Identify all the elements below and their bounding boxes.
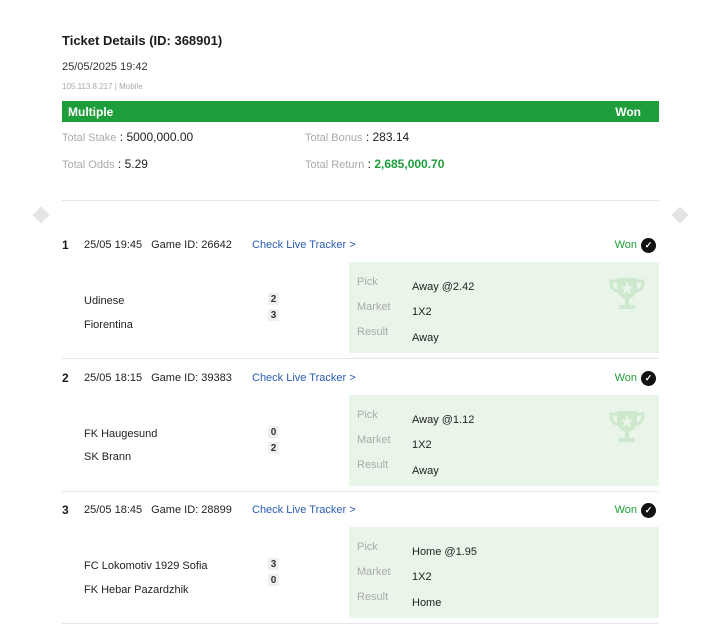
leg-kickoff: 25/05 19:45 (84, 239, 143, 251)
bet-type-banner: Multiple Won (62, 101, 659, 122)
market-label: Market (357, 301, 391, 313)
check-live-tracker-link[interactable]: Check Live Tracker > (252, 239, 356, 251)
pick-details: Pick Away @2.42 Market 1X2 Result Away (349, 262, 659, 353)
leg-number: 2 (62, 371, 69, 385)
leg-divider (62, 491, 659, 492)
pick-label: Pick (357, 541, 378, 553)
leg-game-id: Game ID: 28899 (151, 504, 232, 516)
result-value: Away (412, 465, 439, 477)
bet-leg: 2 25/05 18:15 Game ID: 39383 Check Live … (62, 370, 659, 492)
leg-header: 2 25/05 18:15 Game ID: 39383 Check Live … (62, 370, 659, 386)
right-decoration (671, 206, 689, 224)
bet-leg: 1 25/05 19:45 Game ID: 26642 Check Live … (62, 237, 659, 359)
total-odds-label: Total Odds (62, 159, 115, 171)
total-odds-value: 5.29 (124, 157, 148, 171)
check-icon: ✓ (641, 370, 656, 386)
home-score: 0 (268, 426, 279, 438)
market-value: 1X2 (412, 306, 432, 318)
pick-value: Away @2.42 (412, 281, 475, 293)
leg-divider (62, 358, 659, 359)
total-stake-value: 5000,000.00 (126, 130, 194, 144)
leg-status-label: Won (614, 504, 637, 516)
trophy-icon (609, 411, 645, 442)
home-score: 3 (268, 558, 279, 570)
away-team: Fiorentina (84, 319, 133, 331)
leg-game-id: Game ID: 39383 (151, 372, 232, 384)
pick-label: Pick (357, 276, 378, 288)
pick-value: Away @1.12 (412, 414, 475, 426)
leg-status: Won ✓ (614, 237, 656, 253)
away-team: SK Brann (84, 451, 132, 463)
summary-divider (62, 200, 659, 201)
result-label: Result (357, 459, 389, 471)
ticket-datetime: 25/05/2025 19:42 (62, 61, 148, 73)
pick-details: Pick Home @1.95 Market 1X2 Result Home (349, 527, 659, 618)
result-label: Result (357, 326, 389, 338)
result-value: Home (412, 597, 442, 609)
result-value: Away (412, 332, 439, 344)
leg-header: 3 25/05 18:45 Game ID: 28899 Check Live … (62, 502, 659, 518)
leg-divider (62, 623, 659, 624)
pick-label: Pick (357, 409, 378, 421)
market-value: 1X2 (412, 571, 432, 583)
leg-status: Won ✓ (614, 370, 656, 386)
home-team: FK Haugesund (84, 428, 158, 440)
total-stake-label: Total Stake (62, 132, 117, 144)
total-bonus-label: Total Bonus (305, 132, 363, 144)
home-team: FC Lokomotiv 1929 Sofia (84, 560, 208, 572)
leg-game-id: Game ID: 26642 (151, 239, 232, 251)
pick-details: Pick Away @1.12 Market 1X2 Result Away (349, 395, 659, 486)
home-team: Udinese (84, 295, 125, 307)
leg-kickoff: 25/05 18:45 (84, 504, 143, 516)
result-label: Result (357, 591, 389, 603)
leg-number: 1 (62, 238, 69, 252)
away-team: FK Hebar Pazardzhik (84, 584, 189, 596)
leg-kickoff: 25/05 18:15 (84, 372, 143, 384)
market-label: Market (357, 566, 391, 578)
pick-value: Home @1.95 (412, 546, 477, 558)
leg-status: Won ✓ (614, 502, 656, 518)
trophy-icon (609, 278, 645, 309)
leg-number: 3 (62, 503, 69, 517)
leg-status-label: Won (614, 372, 637, 384)
total-return-value: 2,685,000.70 (374, 157, 445, 171)
ticket-ip-device: 105.113.8.217 | Mobile (62, 82, 143, 91)
bet-leg: 3 25/05 18:45 Game ID: 28899 Check Live … (62, 502, 659, 624)
total-return-label: Total Return (305, 159, 365, 171)
away-score: 3 (268, 309, 279, 321)
market-value: 1X2 (412, 439, 432, 451)
total-odds: Total Odds : 5.29 (62, 157, 148, 171)
total-bonus-value: 283.14 (372, 130, 410, 144)
total-bonus: Total Bonus : 283.14 (305, 130, 410, 144)
away-score: 0 (268, 574, 279, 586)
leg-status-label: Won (614, 239, 637, 251)
total-return: Total Return : 2,685,000.70 (305, 157, 445, 171)
home-score: 2 (268, 293, 279, 305)
ticket-title: Ticket Details (ID: 368901) (62, 33, 223, 48)
away-score: 2 (268, 442, 279, 454)
ticket-status: Won (615, 104, 641, 119)
market-label: Market (357, 434, 391, 446)
check-live-tracker-link[interactable]: Check Live Tracker > (252, 372, 356, 384)
bet-type-label: Multiple (68, 104, 114, 119)
total-stake: Total Stake : 5000,000.00 (62, 130, 194, 144)
leg-header: 1 25/05 19:45 Game ID: 26642 Check Live … (62, 237, 659, 253)
check-icon: ✓ (641, 502, 656, 518)
left-decoration (32, 206, 50, 224)
check-icon: ✓ (641, 237, 656, 253)
check-live-tracker-link[interactable]: Check Live Tracker > (252, 504, 356, 516)
